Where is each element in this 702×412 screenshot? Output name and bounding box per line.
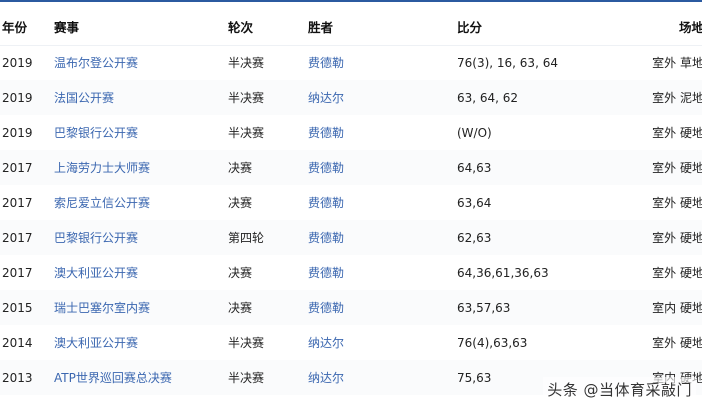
winner-link[interactable]: 纳达尔: [308, 91, 344, 105]
winner-link[interactable]: 费德勒: [308, 301, 344, 315]
cell-round: 半决赛: [228, 126, 265, 140]
header-round: 轮次: [228, 9, 308, 46]
table-row: 2017 澳大利亚公开赛 决赛 费德勒 64,36,61,36,63 室外 硬地: [0, 255, 702, 290]
cell-round: 第四轮: [228, 220, 308, 255]
cell-venue: 室外 泥地: [607, 80, 702, 115]
header-venue: 场地: [607, 9, 702, 46]
table-row: 2019 巴黎银行公开赛 半决赛 费德勒 (W/O) 室外 硬地: [0, 115, 702, 150]
table-row: 2017 索尼爱立信公开赛 决赛 费德勒 63,64 室外 硬地: [0, 185, 702, 220]
cell-score: 62,63: [457, 220, 607, 255]
watermark-text: 头条 @当体育采敲门: [547, 381, 692, 399]
table-row: 2014 澳大利亚公开赛 半决赛 纳达尔 76(4),63,63 室外 硬地: [0, 325, 702, 360]
event-link[interactable]: 巴黎银行公开赛: [54, 126, 138, 140]
event-link[interactable]: 瑞士巴塞尔室内赛: [54, 301, 150, 315]
winner-link[interactable]: 费德勒: [308, 161, 344, 175]
cell-round: 决赛: [228, 150, 308, 185]
cell-venue: 室外 硬地: [652, 126, 702, 140]
header-year: 年份: [0, 9, 54, 46]
cell-venue: 室外 硬地: [652, 196, 702, 210]
cell-year: 2019: [2, 55, 33, 70]
event-link[interactable]: 温布尔登公开赛: [54, 56, 138, 70]
event-link[interactable]: 索尼爱立信公开赛: [54, 196, 150, 210]
table-row: 2017 上海劳力士大师赛 决赛 费德勒 64,63 室外 硬地: [0, 150, 702, 185]
cell-venue: 室外 硬地: [652, 266, 702, 280]
cell-round: 决赛: [228, 266, 253, 280]
cell-venue: 室内 硬地: [607, 290, 702, 325]
cell-round: 半决赛: [228, 80, 308, 115]
table-row: 2015 瑞士巴塞尔室内赛 决赛 费德勒 63,57,63 室内 硬地: [0, 290, 702, 325]
winner-link[interactable]: 费德勒: [308, 266, 344, 280]
cell-year: 2017: [0, 220, 54, 255]
cell-score: 64,63: [457, 150, 607, 185]
cell-score: 76(4),63,63: [457, 335, 528, 350]
cell-score: 63, 64, 62: [457, 80, 607, 115]
cell-year: 2017: [2, 265, 33, 280]
head-to-head-table: 年份 赛事 轮次 胜者 比分 场地 2019 温布尔登公开赛 半决赛 费德勒 7…: [0, 9, 702, 395]
cell-venue: 室外 硬地: [607, 220, 702, 255]
winner-link[interactable]: 纳达尔: [308, 371, 344, 385]
table-row: 2017 巴黎银行公开赛 第四轮 费德勒 62,63 室外 硬地: [0, 220, 702, 255]
cell-year: 2015: [0, 290, 54, 325]
cell-score: 64,36,61,36,63: [457, 265, 549, 280]
cell-round: 决赛: [228, 196, 253, 210]
event-link[interactable]: 巴黎银行公开赛: [54, 231, 138, 245]
winner-link[interactable]: 费德勒: [308, 231, 344, 245]
table-header-row: 年份 赛事 轮次 胜者 比分 场地: [0, 9, 702, 46]
header-event: 赛事: [54, 9, 228, 46]
event-link[interactable]: 法国公开赛: [54, 91, 114, 105]
event-link[interactable]: ATP世界巡回赛总决赛: [54, 371, 172, 385]
match-history-page: 年份 赛事 轮次 胜者 比分 场地 2019 温布尔登公开赛 半决赛 费德勒 7…: [0, 0, 702, 412]
winner-link[interactable]: 纳达尔: [308, 336, 344, 350]
event-link[interactable]: 上海劳力士大师赛: [54, 161, 150, 175]
cell-year: 2014: [2, 335, 33, 350]
source-watermark: 头条 @当体育采敲门: [543, 377, 696, 402]
cell-year: 2019: [0, 80, 54, 115]
cell-round: 决赛: [228, 290, 308, 325]
winner-link[interactable]: 费德勒: [308, 196, 344, 210]
cell-score: (W/O): [457, 125, 492, 140]
cell-year: 2017: [0, 150, 54, 185]
event-link[interactable]: 澳大利亚公开赛: [54, 266, 138, 280]
cell-venue: 室外 硬地: [652, 336, 702, 350]
header-score: 比分: [457, 9, 607, 46]
top-divider: [0, 0, 702, 2]
event-link[interactable]: 澳大利亚公开赛: [54, 336, 138, 350]
cell-round: 半决赛: [228, 336, 265, 350]
cell-score: 76(3), 16, 63, 64: [457, 55, 558, 70]
cell-score: 63,64: [457, 195, 492, 210]
winner-link[interactable]: 费德勒: [308, 126, 344, 140]
table-row: 2019 温布尔登公开赛 半决赛 费德勒 76(3), 16, 63, 64 室…: [0, 45, 702, 80]
header-winner: 胜者: [308, 9, 457, 46]
winner-link[interactable]: 费德勒: [308, 56, 344, 70]
table-row: 2019 法国公开赛 半决赛 纳达尔 63, 64, 62 室外 泥地: [0, 80, 702, 115]
cell-year: 2019: [2, 125, 33, 140]
cell-round: 半决赛: [228, 360, 308, 395]
cell-score: 63,57,63: [457, 290, 607, 325]
cell-year: 2017: [2, 195, 33, 210]
cell-year: 2013: [0, 360, 54, 395]
cell-venue: 室外 硬地: [607, 150, 702, 185]
cell-venue: 室外 草地: [652, 56, 702, 71]
cell-round: 半决赛: [228, 56, 265, 71]
